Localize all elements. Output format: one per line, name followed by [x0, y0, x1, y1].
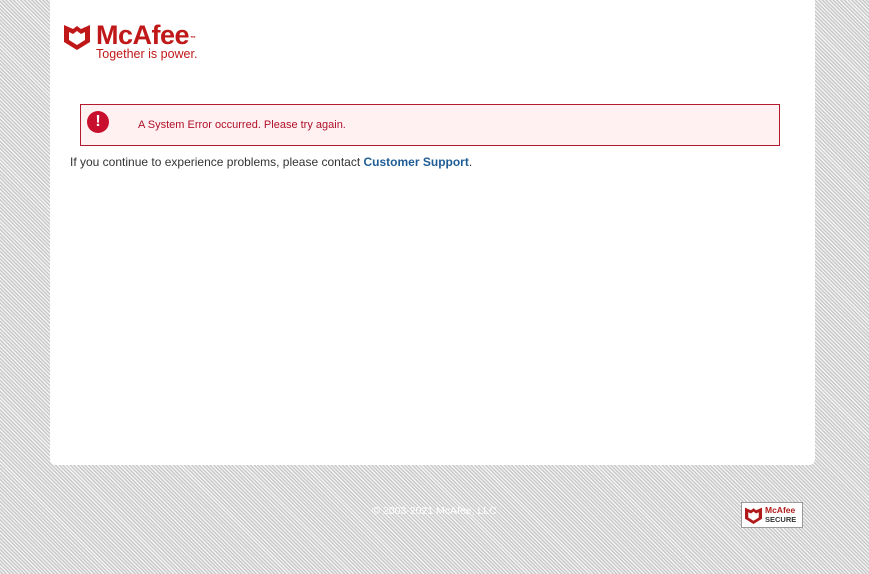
customer-support-link[interactable]: Customer Support [364, 155, 469, 169]
error-alert: ! A System Error occurred. Please try ag… [80, 104, 780, 146]
support-prefix: If you continue to experience problems, … [70, 155, 364, 169]
badge-secure-label: SECURE [765, 515, 797, 524]
badge-brand: McAfee [765, 505, 796, 515]
main-panel: McAfee™ Together is power. ! A System Er… [50, 0, 815, 465]
support-message: If you continue to experience problems, … [70, 155, 472, 169]
exclamation-icon: ! [87, 111, 109, 133]
error-message: A System Error occurred. Please try agai… [138, 119, 346, 131]
mcafee-shield-icon [64, 25, 90, 50]
mcafee-secure-badge[interactable]: McAfee SECURE [741, 502, 803, 528]
copyright-text: © 2003-2021 McAfee, LLC [372, 505, 497, 517]
support-suffix: . [468, 155, 473, 169]
brand-tagline: Together is power. [96, 47, 198, 61]
mcafee-logo[interactable]: McAfee™ Together is power. [64, 20, 224, 62]
brand-name: McAfee™ [96, 20, 197, 50]
mcafee-secure-shield-icon [745, 507, 762, 524]
